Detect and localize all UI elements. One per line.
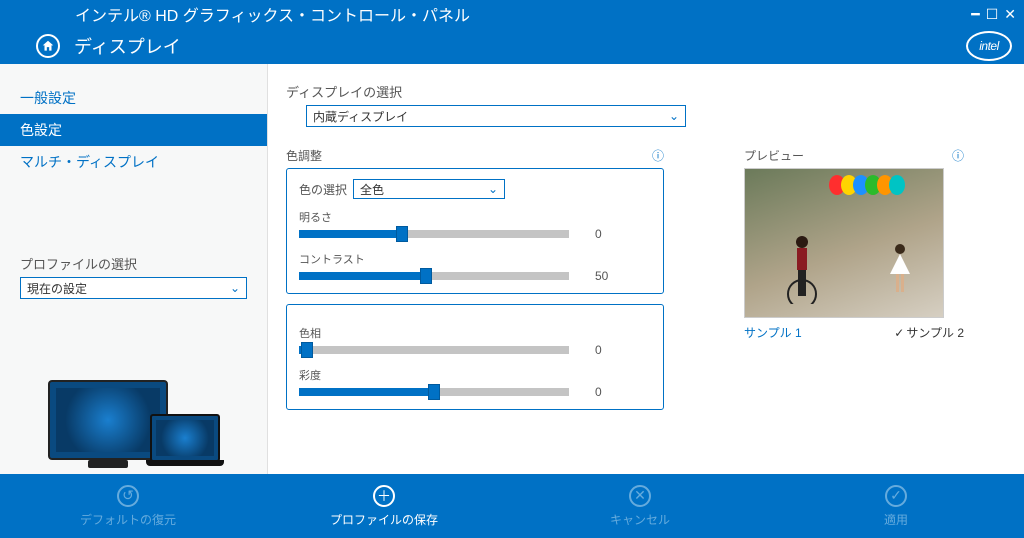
close-icon[interactable]: ✕ [1004, 6, 1016, 23]
slider-track[interactable] [299, 346, 569, 354]
slider-track[interactable] [299, 230, 569, 238]
slider-thumb[interactable] [301, 342, 313, 358]
color-adjust-column: 色調整 ⓘ 色の選択 全色 ⌄ 明るさ 0 コントラスト 50 色相 0 彩度 0 [286, 147, 664, 420]
chevron-down-icon: ⌄ [230, 281, 240, 295]
title-bar: インテル® HD グラフィックス・コントロール・パネル ━ ☐ ✕ [0, 0, 1024, 28]
app-title: インテル® HD グラフィックス・コントロール・パネル [75, 2, 470, 26]
profile-section: プロファイルの選択 現在の設定 ⌄ [0, 254, 267, 474]
save-profile-button[interactable]: ＋ プロファイルの保存 [299, 485, 469, 528]
check-icon: ✓ [885, 485, 907, 507]
laptop-icon [150, 414, 220, 462]
slider-track[interactable] [299, 388, 569, 396]
help-icon[interactable]: ⓘ [952, 147, 964, 164]
display-select-value: 内蔵ディスプレイ [313, 108, 408, 125]
balloons-icon [833, 175, 905, 195]
slider-value: 0 [595, 227, 635, 241]
home-icon [41, 39, 55, 53]
preview-image [744, 168, 944, 318]
undo-icon: ↺ [117, 485, 139, 507]
sidebar-nav: 一般設定 色設定 マルチ・ディスプレイ [0, 64, 267, 178]
slider-label: コントラスト [299, 251, 651, 267]
display-select[interactable]: 内蔵ディスプレイ ⌄ [306, 105, 686, 127]
maximize-icon[interactable]: ☐ [986, 6, 999, 23]
hs-slider-0: 色相 0 [299, 325, 651, 357]
restore-defaults-button[interactable]: ↺ デフォルトの復元 [43, 485, 213, 528]
minimize-icon[interactable]: ━ [971, 6, 979, 23]
slider-track[interactable] [299, 272, 569, 280]
slider-thumb[interactable] [428, 384, 440, 400]
color-select-label: 色の選択 [299, 181, 347, 198]
intel-logo: intel [966, 31, 1012, 61]
sidebar: 一般設定 色設定 マルチ・ディスプレイ プロファイルの選択 現在の設定 ⌄ [0, 64, 268, 474]
slider-label: 色相 [299, 325, 651, 341]
slider-thumb[interactable] [396, 226, 408, 242]
brightness-contrast-panel: 色の選択 全色 ⌄ 明るさ 0 コントラスト 50 [286, 168, 664, 294]
chevron-down-icon: ⌄ [488, 182, 498, 196]
apply-button[interactable]: ✓ 適用 [811, 485, 981, 528]
person-icon [885, 242, 913, 305]
bc-slider-1: コントラスト 50 [299, 251, 651, 283]
hs-slider-1: 彩度 0 [299, 367, 651, 399]
help-icon[interactable]: ⓘ [652, 147, 664, 164]
adjust-label: 色調整 [286, 147, 322, 164]
hue-saturation-panel: 色相 0 彩度 0 [286, 304, 664, 410]
bc-slider-0: 明るさ 0 [299, 209, 651, 241]
sidebar-item-general[interactable]: 一般設定 [0, 82, 267, 114]
slider-value: 0 [595, 385, 635, 399]
profile-select[interactable]: 現在の設定 ⌄ [20, 277, 247, 299]
slider-value: 0 [595, 343, 635, 357]
balloon-icon [889, 175, 905, 195]
slider-label: 彩度 [299, 367, 651, 383]
sidebar-item-multi-display[interactable]: マルチ・ディスプレイ [0, 146, 267, 178]
display-select-label: ディスプレイの選択 [286, 82, 1014, 101]
person-icon [787, 234, 815, 307]
main-panel: ディスプレイの選択 内蔵ディスプレイ ⌄ 色調整 ⓘ 色の選択 全色 ⌄ [268, 64, 1024, 474]
profile-label: プロファイルの選択 [0, 254, 267, 277]
sample-2-active[interactable]: サンプル 2 [894, 324, 964, 341]
chevron-down-icon: ⌄ [669, 109, 679, 123]
slider-thumb[interactable] [420, 268, 432, 284]
sample-1-link[interactable]: サンプル 1 [744, 324, 802, 341]
color-channel-select[interactable]: 全色 ⌄ [353, 179, 505, 199]
section-header: ディスプレイ intel [0, 28, 1024, 64]
slider-value: 50 [595, 269, 635, 283]
cancel-button[interactable]: ✕ キャンセル [555, 485, 725, 528]
close-icon: ✕ [629, 485, 651, 507]
hardware-illustration [0, 299, 267, 474]
footer-bar: ↺ デフォルトの復元 ＋ プロファイルの保存 ✕ キャンセル ✓ 適用 [0, 474, 1024, 538]
window-controls: ━ ☐ ✕ [971, 6, 1016, 23]
home-button[interactable] [36, 34, 60, 58]
preview-column: プレビュー ⓘ サンプル 1 サンプル 2 [744, 147, 964, 420]
profile-select-value: 現在の設定 [27, 280, 87, 297]
sidebar-item-color[interactable]: 色設定 [0, 114, 267, 146]
section-title: ディスプレイ [74, 33, 181, 59]
plus-icon: ＋ [373, 485, 395, 507]
slider-label: 明るさ [299, 209, 651, 225]
preview-label: プレビュー [744, 147, 804, 164]
